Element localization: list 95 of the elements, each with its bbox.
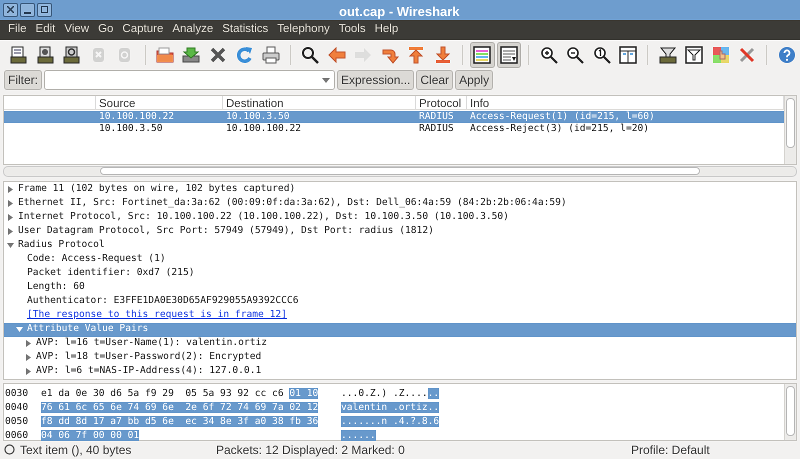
tree-item[interactable]: AVP: l=16 t=User-Name(1): valentin.ortiz <box>36 336 268 351</box>
selected-ascii-text: valentin .ortiz.. <box>341 402 440 413</box>
selected-hex-bytes: f8 dd 8d 17 a7 bb d5 6e ec 34 8e 3f a0 38 fb 36 <box>41 416 318 427</box>
expand-triangle-icon[interactable] <box>25 368 32 376</box>
expand-triangle-icon[interactable] <box>7 186 14 194</box>
close-icon <box>7 6 14 14</box>
expand-triangle-icon[interactable] <box>25 340 32 348</box>
filter-action-button[interactable]: Expression... <box>337 70 414 90</box>
expand-triangle-icon[interactable] <box>25 354 32 362</box>
filter-action-button[interactable]: Clear <box>416 70 454 90</box>
close-button[interactable] <box>3 2 18 17</box>
zoom-out-icon[interactable] <box>565 44 586 65</box>
filter-action-button[interactable]: Apply <box>455 70 494 90</box>
tree-item[interactable]: Internet Protocol, Src: 10.100.100.22 (10.100.100.22), Dst: 10.100.3.50 (10.100.3.50) <box>18 210 509 225</box>
expand-triangle-icon[interactable] <box>7 214 14 222</box>
table-cell-text: 10.100.100.22 <box>226 122 302 136</box>
menu-item[interactable]: Capture <box>122 21 164 38</box>
packet-count: Packets: 12 Displayed: 2 Marked: 0 <box>216 442 406 459</box>
columns-icon[interactable] <box>618 44 638 65</box>
capture-device-icon[interactable] <box>36 44 56 65</box>
vertical-scrollbar[interactable] <box>784 384 796 440</box>
maximize-icon <box>41 6 48 14</box>
tree-item[interactable]: Radius Protocol <box>18 238 105 253</box>
folder-icon[interactable] <box>154 44 175 65</box>
menu-item[interactable]: Go <box>98 21 114 38</box>
table-cell-text: 10.100.3.50 <box>99 122 164 136</box>
tree-item[interactable]: Frame 11 (102 bytes on wire, 102 bytes captured) <box>18 182 296 197</box>
expand-triangle-icon[interactable] <box>7 200 14 208</box>
menu-item[interactable]: File <box>8 21 27 38</box>
field-text: Length: 60 <box>27 280 85 294</box>
offset-text: 0050 <box>5 414 30 429</box>
offset-text: 0060 <box>5 428 30 443</box>
tree-item[interactable]: AVP: l=6 t=NAS-IP-Address(4): 127.0.0.1 <box>36 364 262 379</box>
vertical-scrollbar[interactable] <box>784 96 796 164</box>
offset-text: 0030 <box>5 386 30 401</box>
table-cell-text: Access-Reject(3) (id=215, l=20) <box>470 122 650 136</box>
filter-field[interactable] <box>44 70 335 90</box>
collapse-triangle-icon[interactable] <box>7 242 14 250</box>
selected-hex-bytes: 04 06 7f 00 00 01 <box>41 430 140 441</box>
maximize-button[interactable] <box>37 2 52 17</box>
selected-hex-bytes: 76 61 6c 65 6e 74 69 6e 2e 6f 72 74 69 7a 02 12 <box>41 402 318 413</box>
help-icon[interactable] <box>776 44 797 65</box>
table-cell-text: RADIUS <box>419 122 455 136</box>
capture-device-icon[interactable] <box>9 44 30 65</box>
hex-bytes: e1 da 0e 30 d6 5a f9 29 05 5a 93 92 cc c6 <box>41 388 285 399</box>
collapse-triangle-icon[interactable] <box>16 326 23 334</box>
search-icon[interactable] <box>300 44 320 65</box>
column-header[interactable]: Source <box>96 96 223 110</box>
field-text: Code: Access-Request (1) <box>27 252 166 266</box>
table-cell-text: 10.100.100.22 <box>99 110 176 124</box>
minimize-button[interactable] <box>20 2 35 17</box>
status-text: Text item (), 40 bytes <box>20 442 132 459</box>
menu-item[interactable]: Analyze <box>172 21 214 38</box>
tree-item[interactable]: Ethernet II, Src: Fortinet_da:3a:62 (00:09:0f:da:3a:62), Dst: Dell_06:4a:59 (84:2b:2b:06:4a:59) <box>18 196 567 211</box>
field-text: Authenticator: E3FFE1DA0E30D65AF929055A9392CCC6 <box>27 294 298 308</box>
window-title: out.cap - Wireshark <box>339 3 460 21</box>
profile-label: Profile: Default <box>631 442 710 459</box>
ascii-text: ...0.Z.) .Z.... <box>341 388 428 399</box>
capture-device-icon[interactable] <box>62 44 82 65</box>
filter-device-icon[interactable] <box>658 44 678 65</box>
table-cell-text: 10.100.3.50 <box>226 110 291 124</box>
status-circle-icon <box>4 444 15 456</box>
color-grid-icon[interactable] <box>710 44 731 65</box>
menu-item[interactable]: Edit <box>36 21 56 38</box>
offset-text: 0040 <box>5 400 30 415</box>
menu-item[interactable]: Tools <box>338 21 366 38</box>
menu-item[interactable]: Telephony <box>277 21 330 38</box>
filter-window-icon[interactable] <box>684 44 704 65</box>
field-text: Packet identifier: 0xd7 (215) <box>27 266 195 280</box>
tree-item[interactable]: User Datagram Protocol, Src Port: 57949 (57949), Dst Port: radius (1812) <box>18 224 434 239</box>
selected-hex-bytes: 01 10 <box>289 388 318 399</box>
filter-button[interactable]: Filter: <box>4 70 42 90</box>
selected-ascii-text: ...... <box>341 430 376 441</box>
selected-ascii-text: .......n .4.?.8.6 <box>341 416 440 427</box>
menu-item[interactable]: View <box>64 21 90 38</box>
minimize-icon <box>24 12 31 14</box>
horizontal-scrollbar[interactable] <box>3 166 797 177</box>
dropdown-icon <box>322 78 330 83</box>
column-header[interactable]: Protocol <box>416 96 467 110</box>
zoom-reset-icon[interactable] <box>592 44 612 65</box>
packet-row[interactable]: 10.100.3.50 10.100.100.22 RADIUS Access-Reject(3) (id=215, l=20) <box>4 123 784 136</box>
printer-icon[interactable] <box>260 44 281 65</box>
column-header[interactable]: Destination <box>223 96 416 110</box>
reload-icon[interactable] <box>234 44 254 65</box>
left-arrow-icon[interactable] <box>326 44 347 65</box>
menu-item[interactable]: Statistics <box>222 21 268 38</box>
table-cell-text: RADIUS <box>419 110 455 124</box>
menu-item[interactable]: Help <box>374 21 398 38</box>
table-cell-text: Access-Request(1) (id=215, l=60) <box>470 110 656 124</box>
expand-triangle-icon[interactable] <box>7 228 14 236</box>
selected-ascii-text: .. <box>428 388 440 399</box>
tree-item[interactable]: AVP: l=18 t=User-Password(2): Encrypted <box>36 350 262 365</box>
frame-link[interactable]: [The response to this request is in frame 12] <box>27 308 287 323</box>
zoom-in-icon[interactable] <box>538 44 559 65</box>
save-icon[interactable] <box>181 44 202 65</box>
